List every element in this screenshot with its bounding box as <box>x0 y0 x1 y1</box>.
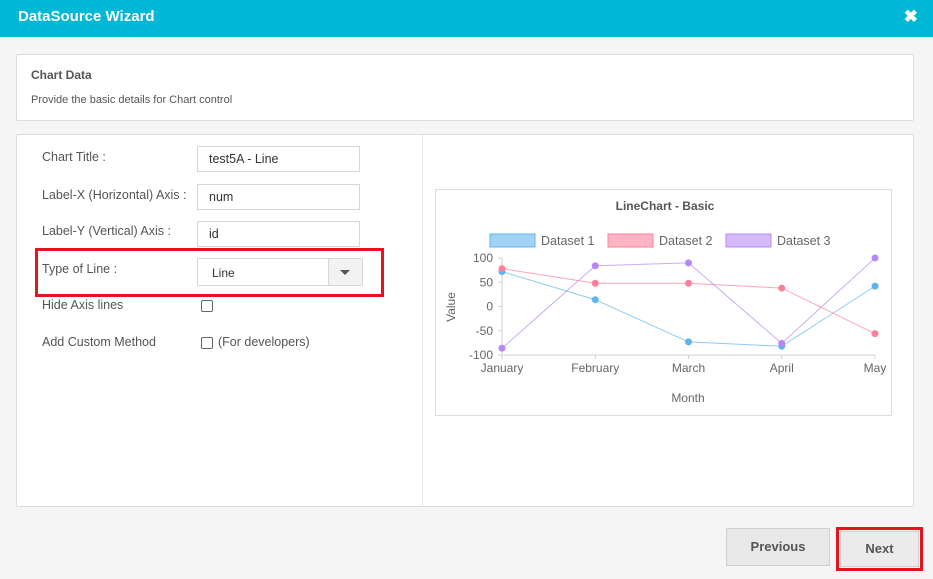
data-point <box>685 259 692 267</box>
y-tick-label: 50 <box>480 275 494 289</box>
chevron-down-icon[interactable] <box>328 259 362 285</box>
title-bar: DataSource Wizard ✖ <box>0 0 933 37</box>
data-point <box>685 338 692 346</box>
x-tick-label: May <box>864 361 887 375</box>
legend-label: Dataset 1 <box>541 234 595 248</box>
section-description: Provide the basic details for Chart cont… <box>31 94 233 106</box>
series-points <box>498 254 879 352</box>
series-line <box>501 257 876 349</box>
info-panel: Chart Data Provide the basic details for… <box>16 54 914 121</box>
label-y-label: Label-Y (Vertical) Axis : <box>42 224 171 238</box>
y-tick-label: -50 <box>476 324 494 338</box>
data-point <box>778 284 786 292</box>
type-of-line-select[interactable]: Line <box>197 258 363 286</box>
x-tick-label: March <box>672 361 705 375</box>
data-point <box>591 296 599 304</box>
x-tick-label: April <box>770 361 794 375</box>
data-point <box>591 262 599 270</box>
data-point <box>498 344 506 352</box>
chart-title-input[interactable] <box>197 146 360 172</box>
data-point <box>871 254 879 262</box>
data-point <box>685 279 692 287</box>
y-tick-label: 0 <box>486 300 493 314</box>
data-point <box>778 339 786 347</box>
series-lines <box>501 257 876 349</box>
data-point <box>871 282 879 290</box>
y-tick-label: -100 <box>469 348 493 362</box>
line-chart: LineChart - Basic Dataset 1 Dataset 2 Data… <box>444 199 887 405</box>
y-tick-label: 100 <box>473 251 493 265</box>
chart-title-label: Chart Title : <box>42 150 106 164</box>
x-axis-title: Month <box>671 391 704 405</box>
series-line <box>501 268 876 335</box>
dialog-content: Chart Data Provide the basic details for… <box>0 37 933 579</box>
section-heading: Chart Data <box>31 68 92 82</box>
y-axis-title: Value <box>444 292 458 322</box>
chart-preview: LineChart - Basic Dataset 1 Dataset 2 Data… <box>435 189 892 416</box>
chart-settings-panel: Chart Title : Label-X (Horizontal) Axis … <box>16 134 914 507</box>
custom-method-label: Add Custom Method <box>42 335 156 349</box>
window-title: DataSource Wizard <box>18 8 155 25</box>
panel-divider <box>422 135 423 506</box>
data-point <box>591 279 599 287</box>
chart-title: LineChart - Basic <box>616 199 715 213</box>
x-tick-label: January <box>481 361 524 375</box>
label-x-label: Label-X (Horizontal) Axis : <box>42 188 187 202</box>
type-of-line-label: Type of Line : <box>42 262 118 276</box>
label-x-input[interactable] <box>197 184 360 210</box>
data-point <box>871 330 879 338</box>
y-axis: 100 50 0 -50 -100 <box>469 251 503 362</box>
legend-swatch <box>489 233 536 248</box>
legend-swatch <box>607 233 654 248</box>
x-tick-label: February <box>571 361 619 375</box>
legend-label: Dataset 3 <box>777 234 831 248</box>
label-y-input[interactable] <box>197 221 360 247</box>
legend-label: Dataset 2 <box>659 234 713 248</box>
close-icon[interactable]: ✖ <box>904 7 918 27</box>
legend-swatch <box>725 233 772 248</box>
custom-method-hint: (For developers) <box>218 335 310 349</box>
custom-method-checkbox[interactable] <box>201 337 213 349</box>
chart-legend: Dataset 1 Dataset 2 Dataset 3 <box>489 233 831 248</box>
hide-axis-label: Hide Axis lines <box>42 298 124 312</box>
data-point <box>498 265 506 273</box>
type-of-line-value: Line <box>212 266 235 280</box>
previous-button[interactable]: Previous <box>726 528 830 566</box>
x-axis: January February March April May <box>481 354 887 375</box>
hide-axis-checkbox[interactable] <box>201 300 213 312</box>
highlight-next <box>836 527 923 571</box>
